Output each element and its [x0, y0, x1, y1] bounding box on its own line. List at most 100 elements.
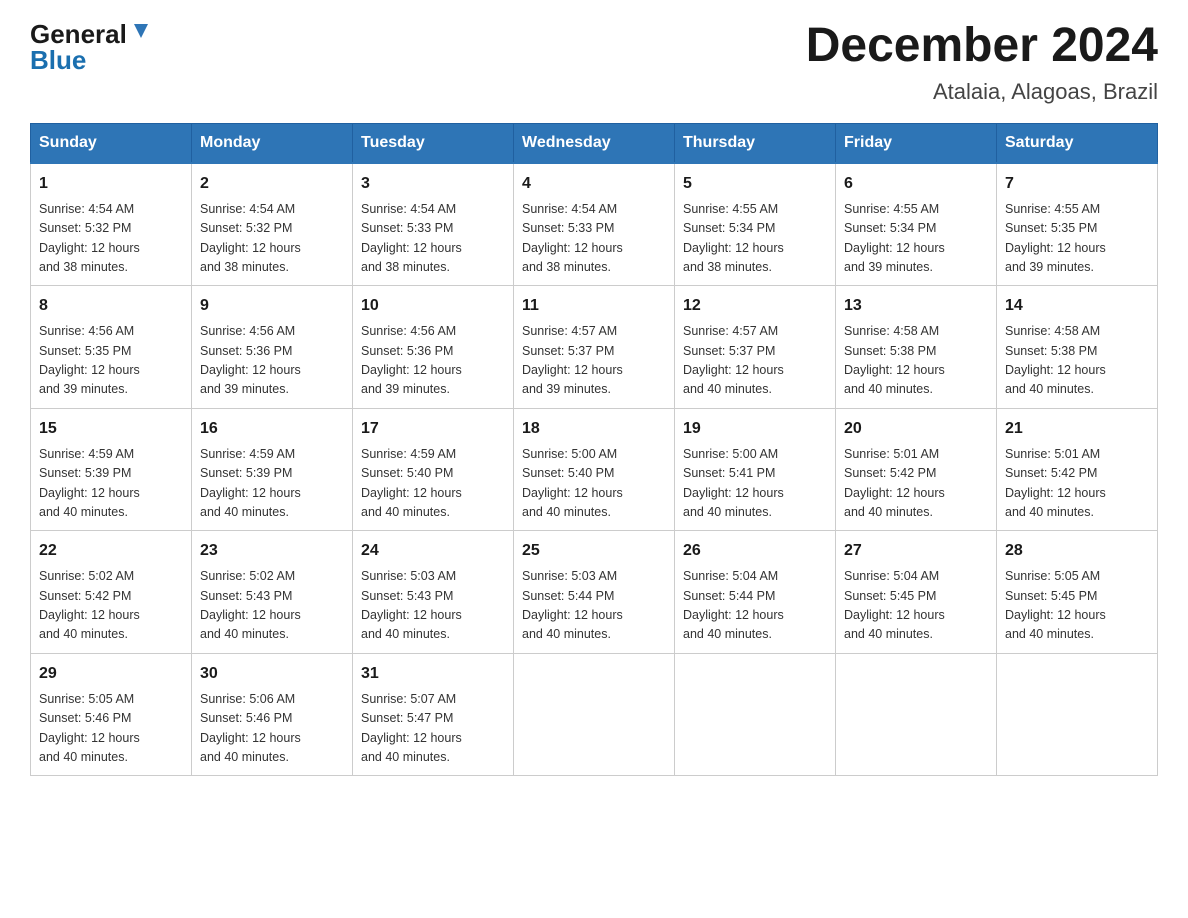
calendar-day-16: 16 Sunrise: 4:59 AMSunset: 5:39 PMDaylig…	[192, 408, 353, 531]
day-info: Sunrise: 5:03 AMSunset: 5:43 PMDaylight:…	[361, 569, 462, 641]
location-title: Atalaia, Alagoas, Brazil	[806, 79, 1158, 105]
day-info: Sunrise: 5:05 AMSunset: 5:46 PMDaylight:…	[39, 692, 140, 764]
day-number: 10	[361, 294, 505, 318]
calendar-empty-cell	[514, 653, 675, 776]
weekday-thursday: Thursday	[675, 123, 836, 163]
calendar-week-3: 15 Sunrise: 4:59 AMSunset: 5:39 PMDaylig…	[31, 408, 1158, 531]
day-info: Sunrise: 4:58 AMSunset: 5:38 PMDaylight:…	[1005, 324, 1106, 396]
day-number: 18	[522, 417, 666, 441]
weekday-sunday: Sunday	[31, 123, 192, 163]
day-info: Sunrise: 5:01 AMSunset: 5:42 PMDaylight:…	[1005, 447, 1106, 519]
weekday-friday: Friday	[836, 123, 997, 163]
calendar-day-5: 5 Sunrise: 4:55 AMSunset: 5:34 PMDayligh…	[675, 163, 836, 286]
day-info: Sunrise: 4:54 AMSunset: 5:33 PMDaylight:…	[522, 202, 623, 274]
day-number: 7	[1005, 172, 1149, 196]
calendar-day-27: 27 Sunrise: 5:04 AMSunset: 5:45 PMDaylig…	[836, 531, 997, 654]
day-number: 27	[844, 539, 988, 563]
calendar-day-25: 25 Sunrise: 5:03 AMSunset: 5:44 PMDaylig…	[514, 531, 675, 654]
logo-blue-text: Blue	[30, 47, 86, 73]
day-number: 11	[522, 294, 666, 318]
day-info: Sunrise: 4:56 AMSunset: 5:35 PMDaylight:…	[39, 324, 140, 396]
day-info: Sunrise: 5:02 AMSunset: 5:43 PMDaylight:…	[200, 569, 301, 641]
day-number: 1	[39, 172, 183, 196]
day-number: 3	[361, 172, 505, 196]
day-info: Sunrise: 4:57 AMSunset: 5:37 PMDaylight:…	[683, 324, 784, 396]
weekday-monday: Monday	[192, 123, 353, 163]
calendar-table: SundayMondayTuesdayWednesdayThursdayFrid…	[30, 123, 1158, 777]
day-number: 14	[1005, 294, 1149, 318]
calendar-day-3: 3 Sunrise: 4:54 AMSunset: 5:33 PMDayligh…	[353, 163, 514, 286]
day-number: 12	[683, 294, 827, 318]
calendar-day-23: 23 Sunrise: 5:02 AMSunset: 5:43 PMDaylig…	[192, 531, 353, 654]
day-info: Sunrise: 5:06 AMSunset: 5:46 PMDaylight:…	[200, 692, 301, 764]
day-info: Sunrise: 4:58 AMSunset: 5:38 PMDaylight:…	[844, 324, 945, 396]
day-number: 24	[361, 539, 505, 563]
day-info: Sunrise: 5:02 AMSunset: 5:42 PMDaylight:…	[39, 569, 140, 641]
day-number: 20	[844, 417, 988, 441]
calendar-day-15: 15 Sunrise: 4:59 AMSunset: 5:39 PMDaylig…	[31, 408, 192, 531]
calendar-day-22: 22 Sunrise: 5:02 AMSunset: 5:42 PMDaylig…	[31, 531, 192, 654]
day-number: 15	[39, 417, 183, 441]
day-number: 13	[844, 294, 988, 318]
calendar-day-17: 17 Sunrise: 4:59 AMSunset: 5:40 PMDaylig…	[353, 408, 514, 531]
day-info: Sunrise: 5:07 AMSunset: 5:47 PMDaylight:…	[361, 692, 462, 764]
calendar-empty-cell	[997, 653, 1158, 776]
day-number: 28	[1005, 539, 1149, 563]
weekday-header-row: SundayMondayTuesdayWednesdayThursdayFrid…	[31, 123, 1158, 163]
logo-arrow-icon	[130, 20, 152, 42]
day-info: Sunrise: 4:54 AMSunset: 5:33 PMDaylight:…	[361, 202, 462, 274]
calendar-header: SundayMondayTuesdayWednesdayThursdayFrid…	[31, 123, 1158, 163]
day-info: Sunrise: 5:00 AMSunset: 5:41 PMDaylight:…	[683, 447, 784, 519]
day-info: Sunrise: 4:56 AMSunset: 5:36 PMDaylight:…	[200, 324, 301, 396]
day-number: 21	[1005, 417, 1149, 441]
day-number: 17	[361, 417, 505, 441]
day-number: 5	[683, 172, 827, 196]
page-header: General Blue December 2024 Atalaia, Alag…	[30, 20, 1158, 105]
title-block: December 2024 Atalaia, Alagoas, Brazil	[806, 20, 1158, 105]
day-number: 19	[683, 417, 827, 441]
calendar-day-31: 31 Sunrise: 5:07 AMSunset: 5:47 PMDaylig…	[353, 653, 514, 776]
calendar-day-24: 24 Sunrise: 5:03 AMSunset: 5:43 PMDaylig…	[353, 531, 514, 654]
day-number: 30	[200, 662, 344, 686]
day-number: 9	[200, 294, 344, 318]
day-number: 31	[361, 662, 505, 686]
day-info: Sunrise: 5:04 AMSunset: 5:45 PMDaylight:…	[844, 569, 945, 641]
day-info: Sunrise: 4:57 AMSunset: 5:37 PMDaylight:…	[522, 324, 623, 396]
calendar-week-1: 1 Sunrise: 4:54 AMSunset: 5:32 PMDayligh…	[31, 163, 1158, 286]
day-info: Sunrise: 5:04 AMSunset: 5:44 PMDaylight:…	[683, 569, 784, 641]
day-number: 16	[200, 417, 344, 441]
day-number: 4	[522, 172, 666, 196]
day-number: 26	[683, 539, 827, 563]
calendar-day-12: 12 Sunrise: 4:57 AMSunset: 5:37 PMDaylig…	[675, 286, 836, 409]
calendar-day-21: 21 Sunrise: 5:01 AMSunset: 5:42 PMDaylig…	[997, 408, 1158, 531]
calendar-day-10: 10 Sunrise: 4:56 AMSunset: 5:36 PMDaylig…	[353, 286, 514, 409]
day-number: 6	[844, 172, 988, 196]
calendar-week-2: 8 Sunrise: 4:56 AMSunset: 5:35 PMDayligh…	[31, 286, 1158, 409]
weekday-wednesday: Wednesday	[514, 123, 675, 163]
day-number: 29	[39, 662, 183, 686]
day-info: Sunrise: 5:01 AMSunset: 5:42 PMDaylight:…	[844, 447, 945, 519]
day-number: 22	[39, 539, 183, 563]
weekday-tuesday: Tuesday	[353, 123, 514, 163]
calendar-day-29: 29 Sunrise: 5:05 AMSunset: 5:46 PMDaylig…	[31, 653, 192, 776]
calendar-day-30: 30 Sunrise: 5:06 AMSunset: 5:46 PMDaylig…	[192, 653, 353, 776]
day-info: Sunrise: 4:54 AMSunset: 5:32 PMDaylight:…	[39, 202, 140, 274]
day-info: Sunrise: 4:59 AMSunset: 5:40 PMDaylight:…	[361, 447, 462, 519]
day-number: 2	[200, 172, 344, 196]
day-info: Sunrise: 4:55 AMSunset: 5:35 PMDaylight:…	[1005, 202, 1106, 274]
day-number: 23	[200, 539, 344, 563]
logo-general-text: General	[30, 21, 127, 47]
calendar-day-1: 1 Sunrise: 4:54 AMSunset: 5:32 PMDayligh…	[31, 163, 192, 286]
day-number: 8	[39, 294, 183, 318]
day-info: Sunrise: 4:55 AMSunset: 5:34 PMDaylight:…	[844, 202, 945, 274]
calendar-day-18: 18 Sunrise: 5:00 AMSunset: 5:40 PMDaylig…	[514, 408, 675, 531]
calendar-day-28: 28 Sunrise: 5:05 AMSunset: 5:45 PMDaylig…	[997, 531, 1158, 654]
calendar-week-4: 22 Sunrise: 5:02 AMSunset: 5:42 PMDaylig…	[31, 531, 1158, 654]
calendar-body: 1 Sunrise: 4:54 AMSunset: 5:32 PMDayligh…	[31, 163, 1158, 776]
calendar-day-9: 9 Sunrise: 4:56 AMSunset: 5:36 PMDayligh…	[192, 286, 353, 409]
calendar-day-20: 20 Sunrise: 5:01 AMSunset: 5:42 PMDaylig…	[836, 408, 997, 531]
day-number: 25	[522, 539, 666, 563]
month-title: December 2024	[806, 20, 1158, 73]
calendar-day-6: 6 Sunrise: 4:55 AMSunset: 5:34 PMDayligh…	[836, 163, 997, 286]
calendar-day-4: 4 Sunrise: 4:54 AMSunset: 5:33 PMDayligh…	[514, 163, 675, 286]
